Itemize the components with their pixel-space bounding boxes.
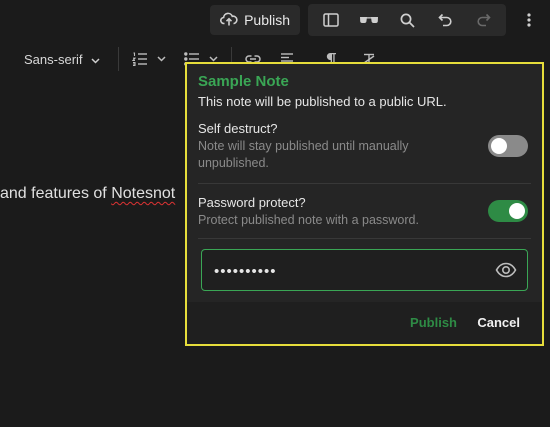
divider: [198, 238, 531, 239]
self-destruct-description: Note will stay published until manually …: [198, 139, 409, 170]
cloud-upload-icon: [220, 11, 238, 30]
password-field[interactable]: [201, 249, 528, 292]
redo-icon[interactable]: [464, 5, 502, 35]
publish-dialog: Sample Note This note will be published …: [185, 62, 544, 346]
font-family-select[interactable]: Sans-serif: [0, 52, 110, 67]
dialog-title: Sample Note: [198, 73, 289, 90]
undo-icon[interactable]: [426, 5, 464, 35]
more-vertical-icon[interactable]: [514, 5, 544, 35]
editor-text: and features of: [0, 185, 112, 202]
cancel-button[interactable]: Cancel: [477, 315, 520, 330]
password-protect-label: Password protect?: [198, 195, 306, 210]
password-protect-toggle[interactable]: [488, 200, 528, 222]
chevron-down-icon: [91, 52, 100, 67]
toolbar-divider: [117, 47, 119, 71]
misspelled-word: Notesnot: [111, 185, 176, 202]
publish-button[interactable]: Publish: [410, 315, 457, 330]
password-input[interactable]: [212, 250, 476, 292]
toggle-knob: [491, 138, 507, 154]
top-toolbar: Publish: [210, 4, 544, 36]
numbered-list-icon[interactable]: [127, 46, 153, 72]
eye-icon[interactable]: [495, 260, 517, 280]
editor-content[interactable]: and features of Notesnot: [0, 185, 175, 203]
font-family-label: Sans-serif: [24, 51, 83, 67]
publish-toolbar-button[interactable]: Publish: [210, 5, 300, 35]
self-destruct-label: Self destruct?: [198, 121, 278, 136]
publish-toolbar-label: Publish: [244, 12, 290, 28]
self-destruct-toggle[interactable]: [488, 135, 528, 157]
toggle-knob: [509, 203, 525, 219]
app-window: Publish Sans-serif and features of Notes…: [0, 0, 550, 427]
search-icon[interactable]: [388, 5, 426, 35]
glasses-icon[interactable]: [350, 5, 388, 35]
divider: [198, 183, 531, 184]
dialog-footer: Publish Cancel: [187, 302, 542, 344]
sidebar-toggle-icon[interactable]: [312, 5, 350, 35]
dialog-subtitle: This note will be published to a public …: [198, 94, 447, 109]
toolbar-icon-group: [308, 4, 506, 36]
password-protect-description: Protect published note with a password.: [198, 213, 419, 227]
chevron-down-icon[interactable]: [153, 46, 171, 72]
